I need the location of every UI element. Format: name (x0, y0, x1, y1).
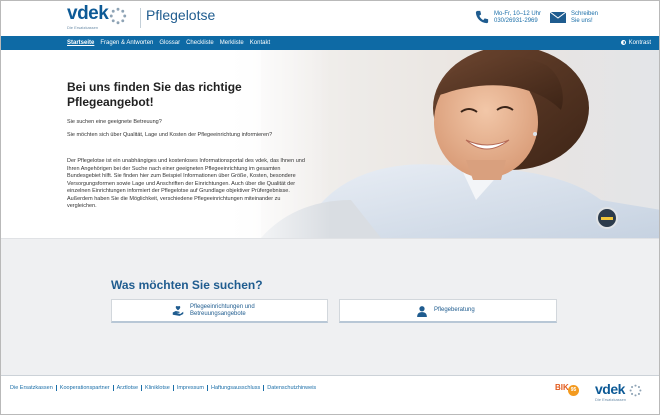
brand-title[interactable]: Pflegelotse (146, 7, 215, 23)
quality-seal-icon (596, 207, 618, 229)
phone-info[interactable]: Mo-Fr, 10–12 Uhr 030/26931-2969 (494, 11, 541, 25)
phone-number: 030/26931-2969 (494, 18, 538, 24)
footer-logo-wordmark: vdek (595, 381, 625, 397)
logo-wordmark: vdek (67, 3, 109, 24)
header-divider (140, 8, 141, 28)
footer-link-ersatzkassen[interactable]: Die Ersatzkassen (10, 385, 57, 391)
care-facilities-label: Pflegeeinrichtungen und Betreuungsangebo… (190, 304, 255, 318)
phone-hours: Mo-Fr, 10–12 Uhr (494, 11, 542, 17)
logo-subtitle: Die Ersatzkassen (67, 25, 99, 30)
page: vdek Die Ersatzkassen Pflegelotse Mo-Fr,… (0, 0, 660, 415)
footer-link-haftungsausschluss[interactable]: Haftungsausschluss (208, 385, 265, 391)
footer-link-kooperationspartner[interactable]: Kooperationspartner (57, 385, 114, 391)
seal-stripe (601, 217, 613, 220)
nav-item-faq[interactable]: Fragen & Antworten (100, 36, 153, 50)
bik-95-badge: 95 (568, 385, 579, 396)
care-counseling-label: Pflegeberatung (434, 307, 475, 313)
care-facilities-label-line1: Pflegeeinrichtungen und (190, 303, 255, 310)
hero-banner: Bei uns finden Sie das richtige Pflegean… (1, 50, 659, 238)
footer-link-arztlotse[interactable]: Arztlotse (114, 385, 143, 391)
hands-icon (172, 305, 184, 316)
main-nav: Startseite Fragen & Antworten Glossar Ch… (1, 36, 659, 50)
footer-link-impressum[interactable]: Impressum (174, 385, 209, 391)
footer-logo-subtitle: Die Ersatzkassen (595, 397, 627, 402)
contrast-icon (620, 40, 626, 45)
hero-description: Der Pflegelotse ist ein unabhängiges und… (67, 158, 305, 209)
bik-logo[interactable]: BIK 95 (555, 383, 579, 401)
search-care-counseling-button[interactable]: Pflegeberatung (339, 299, 557, 323)
vdek-logo[interactable]: vdek Die Ersatzkassen (67, 3, 137, 31)
nav-item-checkliste[interactable]: Checkliste (186, 36, 214, 50)
mail-icon (550, 12, 566, 23)
footer-link-kliniklotse[interactable]: Kliniklotse (142, 385, 174, 391)
mail-link[interactable]: Schreiben Sie uns! (571, 11, 598, 25)
nav-item-startseite[interactable]: Startseite (67, 36, 94, 50)
bik-text: BIK (555, 383, 569, 392)
site-header: vdek Die Ersatzkassen Pflegelotse Mo-Fr,… (1, 1, 659, 36)
contrast-toggle[interactable]: Kontrast (620, 36, 651, 50)
hero-title: Bei uns finden Sie das richtige Pflegean… (67, 80, 242, 109)
mail-line2: Sie uns! (571, 18, 593, 24)
phone-icon (475, 10, 489, 24)
contrast-label: Kontrast (628, 40, 651, 46)
logo-ring-icon (109, 7, 127, 25)
footer-vdek-logo[interactable]: vdek Die Ersatzkassen (595, 381, 655, 407)
nav-item-kontakt[interactable]: Kontakt (250, 36, 270, 50)
search-title: Was möchten Sie suchen? (111, 278, 263, 292)
mail-line1: Schreiben (571, 11, 599, 17)
care-facilities-label-line2: Betreuungsangebote (190, 310, 246, 317)
hero-question-1: Sie suchen eine geeignete Betreuung? (67, 119, 162, 125)
footer-logo-ring-icon (629, 384, 642, 397)
search-care-facilities-button[interactable]: Pflegeeinrichtungen und Betreuungsangebo… (111, 299, 328, 323)
search-section: Was möchten Sie suchen? Pflegeeinrichtun… (1, 238, 659, 375)
nav-item-merkliste[interactable]: Merkliste (220, 36, 244, 50)
site-footer: Die Ersatzkassen Kooperationspartner Arz… (1, 375, 659, 414)
nav-item-glossar[interactable]: Glossar (159, 36, 180, 50)
hero-question-2: Sie möchten sich über Qualität, Lage und… (67, 132, 273, 138)
footer-link-datenschutz[interactable]: Datenschutzhinweis (264, 385, 319, 391)
person-icon (417, 305, 427, 317)
